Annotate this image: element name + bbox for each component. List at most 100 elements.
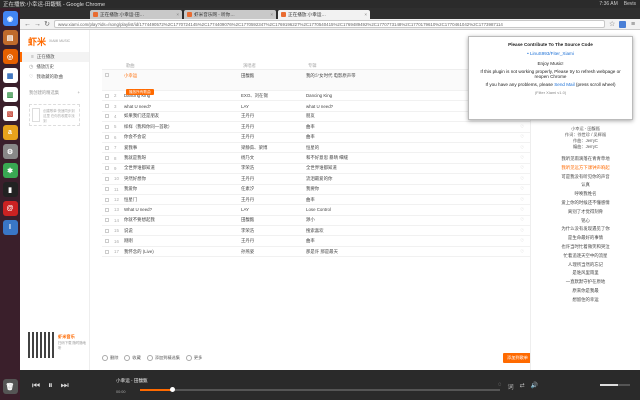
collect-button[interactable]: 收藏 [124,355,141,361]
artist-cell[interactable]: 孙燕姿 [241,249,306,255]
favorite-heart-icon[interactable]: ♡ [476,217,532,223]
favorite-heart-icon[interactable]: ♡ [476,124,532,130]
repeat-icon[interactable]: ⇄ [520,382,525,391]
artist-cell[interactable]: 李荣浩 [241,228,306,234]
artist-cell[interactable]: 任素汐 [241,186,306,192]
table-row[interactable]: 7 爱我事 梁静茹、梁博 恒星的 ♡ [102,143,532,154]
album-cell[interactable]: 曲率 [306,134,476,140]
user-name[interactable]: Bevis [624,1,636,7]
star-icon[interactable]: ☆ [609,20,615,28]
ebook-icon[interactable]: ✱ [2,163,18,178]
favorite-heart-icon[interactable]: ♡ [476,186,532,192]
debian-icon[interactable]: @ [2,201,18,216]
sidebar-item-now-playing[interactable]: ≡ 正在播放 [20,52,89,62]
song-title-cell[interactable]: 我爱你 [124,186,241,192]
table-row[interactable]: 13 What U need? LAY Lose Control ♡ [102,205,532,216]
song-title-cell[interactable]: 爱我事 [124,145,241,151]
artist-cell[interactable]: 王丹丹 [241,113,306,119]
row-checkbox[interactable] [105,93,109,98]
song-title-cell[interactable]: 突然好想你 [124,176,241,182]
album-cell[interactable]: 我要你 [306,186,476,192]
album-cell[interactable]: 恒星的 [306,145,476,151]
song-title-cell[interactable]: 如果我们还是朋友 [124,113,241,119]
sidebar-item-history[interactable]: ◷ 播放历史 [20,62,89,72]
table-row[interactable]: 9 全世界谁都知道 李荣浩 全世界谁都知道 ♡ [102,164,532,175]
favorite-heart-icon[interactable]: ♡ [476,228,532,234]
artist-cell[interactable]: LAY [241,104,306,109]
progress-knob[interactable] [169,387,175,392]
amazon-icon[interactable]: a [2,125,18,140]
firefox-icon[interactable]: ◎ [2,49,18,64]
table-row[interactable]: 17 我怀念的 (Live) 孙燕姿 那是许 那是最天 ♡ [102,247,532,258]
back-icon[interactable]: ← [24,21,31,28]
row-checkbox[interactable] [105,228,109,233]
table-row[interactable]: 15 说说 李荣浩 搜索喜欢 ♡ [102,226,532,237]
artist-cell[interactable]: 田馥甄 [241,73,306,79]
album-cell[interactable]: 渺小 [306,217,476,223]
settings-icon[interactable]: ⚙ [2,144,18,159]
favorite-heart-icon[interactable]: ♡ [476,155,532,161]
album-cell[interactable]: 和不好意思 暴晴 细缝 [306,155,476,161]
play-all-button[interactable]: 播放所有歌曲 [126,89,154,95]
row-checkbox[interactable] [105,218,109,223]
row-checkbox[interactable] [105,207,109,212]
album-cell[interactable]: 全世界谁都知道 [306,165,476,171]
table-row[interactable]: 11 我爱你 任素汐 我要你 ♡ [102,185,532,195]
artist-cell[interactable]: 田馥甄 [241,217,306,223]
row-checkbox[interactable] [105,124,109,129]
row-checkbox[interactable] [105,73,109,77]
table-row[interactable]: 8 我就是我呀 杨乃文 和不好意思 暴晴 细缝 ♡ [102,153,532,164]
album-cell[interactable]: 流泪最爱的你 [306,176,476,182]
previous-icon[interactable]: ⏮ [32,380,40,391]
browser-tab[interactable]: 虾米音乐网 - 听你… × [184,10,276,19]
album-cell[interactable]: 那是许 那是最天 [306,249,476,255]
close-tab-icon[interactable]: × [176,12,179,17]
song-title-cell[interactable]: 你就不要想起我 [124,217,241,223]
impress-icon[interactable]: ▧ [2,106,18,121]
add-to-collection-button[interactable]: 添加到精选集 [146,355,180,361]
volume-slider[interactable] [600,384,630,386]
more-button[interactable]: 更多 [185,355,202,361]
table-row[interactable]: 14 你就不要想起我 田馥甄 渺小 ♡ [102,216,532,227]
extension-icon[interactable] [619,20,626,28]
row-checkbox[interactable] [105,114,109,119]
chrome-icon[interactable]: ◉ [2,11,18,26]
favorite-heart-icon[interactable]: ♡ [476,165,532,171]
github-link[interactable]: • LinuS993/Fiter_Xiami [474,51,627,56]
sidebar-item-favorites[interactable]: ♡ 我收藏的歌曲 [20,72,89,82]
ide-icon[interactable]: I [2,220,18,235]
add-to-playlist-button[interactable]: 添加到歌单 [503,353,532,363]
trash-icon[interactable]: 🗑 [2,379,18,394]
row-checkbox[interactable] [105,176,109,181]
row-checkbox[interactable] [105,249,109,254]
song-title-cell[interactable]: 恒星门 [124,197,241,203]
favorite-heart-icon[interactable]: ♡ [476,145,532,151]
progress-slider[interactable] [140,387,500,392]
song-title-cell[interactable]: what U need? [124,104,241,109]
album-cell[interactable]: 搜索喜欢 [306,228,476,234]
artist-cell[interactable]: 杨乃文 [241,155,306,161]
favorite-heart-icon[interactable]: ♡ [476,238,532,244]
add-playlist-button[interactable]: + [77,90,80,96]
artist-cell[interactable]: 李荣浩 [241,165,306,171]
menu-icon[interactable]: ≡ [630,21,636,28]
favorite-heart-icon[interactable]: ♡ [476,176,532,182]
song-title-cell[interactable]: 我就是我呀 [124,155,241,161]
close-tab-icon[interactable]: × [270,12,273,17]
table-row[interactable]: 6 你会不会说 王丹丹 曲率 ♡ [102,133,532,143]
song-title-cell[interactable]: 小幸运 [124,73,241,79]
row-checkbox[interactable] [105,156,109,161]
album-cell[interactable]: 我的少女时代 电影原声带 [306,73,476,79]
artist-cell[interactable]: LAY [241,207,306,212]
album-cell[interactable]: 朋友 [306,113,476,119]
files-icon[interactable]: ▤ [2,30,18,45]
artist-cell[interactable]: 王丹丹 [241,134,306,140]
artist-cell[interactable]: 王丹丹 [241,238,306,244]
album-cell[interactable]: Dancing King [306,93,476,98]
xiami-logo[interactable]: 虾米 XIAMI MUSIC [20,30,89,52]
calc-icon[interactable]: ▥ [2,87,18,102]
browser-tab-active[interactable]: 正在播放:小幸运… × [278,10,370,19]
favorite-heart-icon[interactable]: ♡ [476,134,532,140]
favorite-heart-icon[interactable]: ♡ [476,207,532,213]
volume-icon[interactable]: 🔊 [531,382,538,391]
